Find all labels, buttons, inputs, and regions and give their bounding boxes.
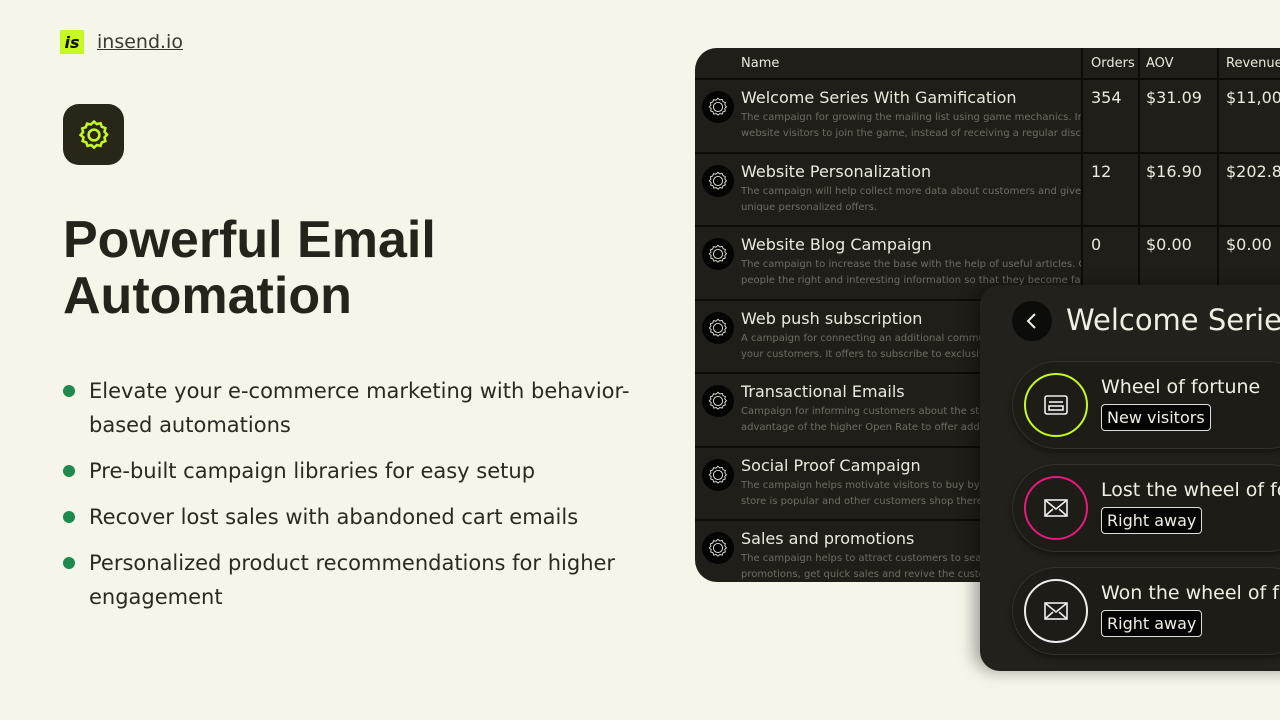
brand-link[interactable]: insend.io	[97, 31, 183, 53]
feature-item: Pre-built campaign libraries for easy se…	[63, 454, 633, 488]
step-name: Won the wheel of fo	[1101, 582, 1280, 604]
col-revenue[interactable]: Revenue	[1219, 48, 1280, 78]
mail-icon	[1024, 579, 1088, 643]
campaign-desc: The campaign will help collect more data…	[741, 185, 1081, 197]
gear-icon	[702, 164, 734, 197]
title-line: Powerful Email	[63, 211, 436, 269]
col-orders[interactable]: Orders	[1083, 48, 1140, 78]
title-line: Automation	[63, 267, 352, 325]
campaign-desc: The campaign for growing the mailing lis…	[741, 112, 1081, 123]
page-title: Powerful Email Automation	[63, 212, 436, 324]
table-header: Name Orders AOV Revenue	[695, 48, 1280, 80]
panel-title: Welcome Series	[1066, 303, 1280, 337]
campaign-name[interactable]: Welcome Series With Gamification	[741, 88, 1081, 108]
col-name[interactable]: Name	[695, 48, 1083, 78]
revenue-cell: $202.8	[1226, 161, 1280, 181]
campaign-detail-panel: Welcome Series Wheel of fortune New visi…	[980, 285, 1280, 671]
campaign-desc: The campaign to increase the base with t…	[741, 259, 1081, 270]
automation-step[interactable]: Lost the wheel of fo Right away	[1012, 464, 1280, 552]
feature-item: Personalized product recommendations for…	[63, 546, 633, 614]
table-row[interactable]: Website Personalization The campaign wil…	[695, 153, 1280, 227]
feature-item: Recover lost sales with abandoned cart e…	[63, 500, 633, 534]
aov-cell: $16.90	[1140, 153, 1219, 225]
campaign-desc: website visitors to join the game, inste…	[741, 128, 1081, 139]
chevron-left-icon	[1026, 313, 1036, 329]
gear-icon	[702, 385, 734, 417]
step-trigger-tag: New visitors	[1101, 404, 1211, 431]
gear-icon	[63, 104, 124, 165]
step-trigger-tag: Right away	[1101, 610, 1203, 637]
gear-icon	[702, 91, 734, 123]
feature-list: Elevate your e-commerce marketing with b…	[63, 374, 633, 626]
automation-step[interactable]: Won the wheel of fo Right away	[1012, 567, 1280, 655]
gear-icon	[702, 532, 734, 564]
campaign-name[interactable]: Website Personalization	[741, 162, 1081, 182]
orders-cell: 12	[1083, 153, 1140, 225]
aov-cell: $31.09	[1140, 80, 1219, 152]
back-button[interactable]	[1012, 301, 1052, 341]
automation-step[interactable]: Wheel of fortune New visitors	[1012, 361, 1280, 449]
feature-item: Elevate your e-commerce marketing with b…	[63, 374, 633, 442]
step-name: Wheel of fortune	[1101, 376, 1261, 398]
col-aov[interactable]: AOV	[1140, 48, 1219, 78]
revenue-cell: $11,005	[1226, 88, 1280, 107]
orders-cell: 354	[1083, 80, 1140, 152]
step-name: Lost the wheel of fo	[1101, 479, 1280, 501]
gear-icon	[702, 238, 734, 270]
gear-icon	[702, 458, 734, 491]
logo-mark: is	[60, 30, 84, 54]
campaign-desc: unique personalized offers.	[741, 201, 878, 213]
step-trigger-tag: Right away	[1101, 507, 1203, 534]
gear-icon	[702, 311, 734, 344]
mail-icon	[1024, 476, 1088, 540]
popup-icon	[1024, 373, 1088, 437]
campaign-name[interactable]: Website Blog Campaign	[741, 235, 1081, 255]
logo[interactable]: is insend.io	[60, 30, 183, 54]
table-row[interactable]: Welcome Series With Gamification The cam…	[695, 80, 1280, 154]
